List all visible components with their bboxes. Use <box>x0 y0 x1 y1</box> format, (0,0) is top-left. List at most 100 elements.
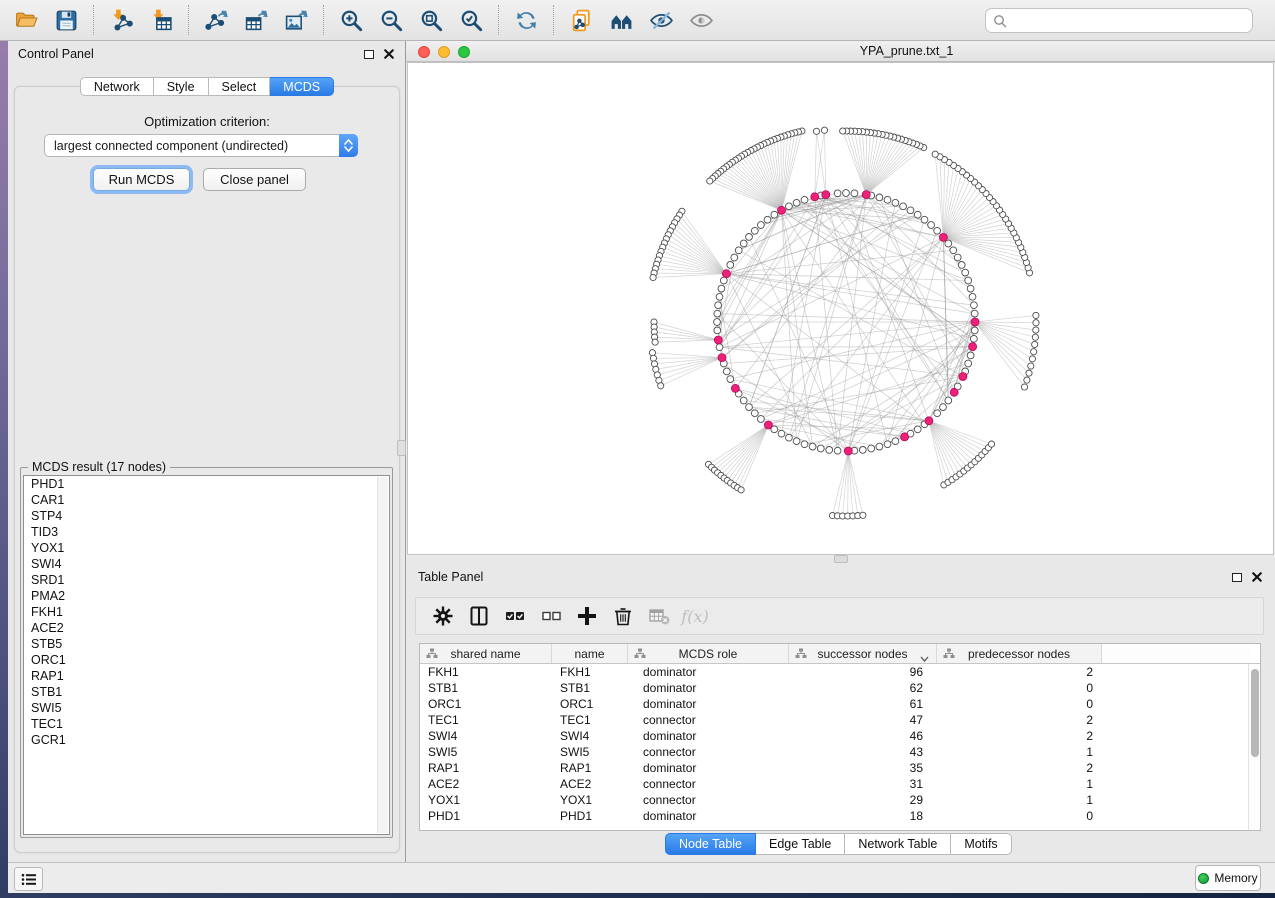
refresh-button[interactable] <box>506 3 546 37</box>
open-session-button[interactable] <box>6 3 46 37</box>
network-node[interactable] <box>650 274 656 280</box>
tab-edge-table[interactable]: Edge Table <box>756 833 845 855</box>
mcds-dominator-node[interactable] <box>939 233 947 241</box>
network-node[interactable] <box>707 178 713 184</box>
tab-network-table[interactable]: Network Table <box>845 833 951 855</box>
network-node[interactable] <box>971 310 978 317</box>
network-node[interactable] <box>892 199 899 206</box>
select-all-button[interactable] <box>500 601 530 631</box>
mcds-dominator-node[interactable] <box>969 343 977 351</box>
network-node[interactable] <box>860 512 866 518</box>
column-header-predecessor-nodes[interactable]: predecessor nodes <box>937 644 1102 663</box>
network-node[interactable] <box>834 447 841 454</box>
network-node[interactable] <box>751 410 758 417</box>
network-node[interactable] <box>971 327 978 334</box>
criterion-select[interactable]: largest connected component (undirected) <box>44 134 358 157</box>
export-image-button[interactable] <box>276 3 316 37</box>
network-node[interactable] <box>928 222 935 229</box>
network-node[interactable] <box>965 277 972 284</box>
window-zoom-icon[interactable] <box>458 46 470 58</box>
close-panel-button[interactable]: Close panel <box>203 168 306 191</box>
mcds-dominator-node[interactable] <box>714 336 722 344</box>
network-node[interactable] <box>826 447 833 454</box>
mcds-result-item[interactable]: TID3 <box>24 524 389 540</box>
network-node[interactable] <box>764 216 771 223</box>
mcds-result-item[interactable]: STP4 <box>24 508 389 524</box>
network-node[interactable] <box>723 368 730 375</box>
mcds-result-item[interactable]: PMA2 <box>24 588 389 604</box>
search-box[interactable] <box>985 8 1253 33</box>
mcds-result-item[interactable]: STB5 <box>24 636 389 652</box>
network-node[interactable] <box>840 128 846 134</box>
mcds-dominator-node[interactable] <box>778 206 786 214</box>
network-node[interactable] <box>746 404 753 411</box>
binoculars-button[interactable] <box>601 3 641 37</box>
network-node[interactable] <box>900 203 907 210</box>
mcds-dominator-node[interactable] <box>722 270 730 278</box>
network-node[interactable] <box>851 190 858 197</box>
network-node[interactable] <box>771 211 778 218</box>
network-node[interactable] <box>740 240 747 247</box>
network-node[interactable] <box>969 293 976 300</box>
column-header-shared-name[interactable]: shared name <box>420 644 552 663</box>
network-node[interactable] <box>758 222 765 229</box>
network-node[interactable] <box>1031 349 1037 355</box>
mcds-result-item[interactable]: SWI5 <box>24 700 389 716</box>
import-table-button[interactable] <box>141 3 181 37</box>
network-node[interactable] <box>932 151 938 157</box>
network-node[interactable] <box>740 397 747 404</box>
network-node[interactable] <box>868 445 875 452</box>
table-row[interactable]: YOX1YOX1connector291 <box>420 792 1260 808</box>
column-header-successor-nodes[interactable]: successor nodes <box>789 644 937 663</box>
mcds-dominator-node[interactable] <box>718 354 726 362</box>
mcds-result-item[interactable]: TEC1 <box>24 716 389 732</box>
mcds-result-item[interactable]: CAR1 <box>24 492 389 508</box>
mcds-result-list[interactable]: PHD1CAR1STP4TID3YOX1SWI4SRD1PMA2FKH1ACE2… <box>23 475 390 835</box>
network-node[interactable] <box>940 404 947 411</box>
import-network-button[interactable] <box>101 3 141 37</box>
network-node[interactable] <box>715 302 722 309</box>
network-node[interactable] <box>971 302 978 309</box>
network-node[interactable] <box>751 227 758 234</box>
network-node[interactable] <box>834 190 841 197</box>
network-node[interactable] <box>793 438 800 445</box>
export-network-button[interactable] <box>196 3 236 37</box>
network-node[interactable] <box>716 344 723 351</box>
network-node[interactable] <box>731 254 738 261</box>
mcds-dominator-node[interactable] <box>959 373 967 381</box>
mcds-dominator-node[interactable] <box>971 318 979 326</box>
close-panel-icon[interactable] <box>383 48 395 60</box>
tab-mcds[interactable]: MCDS <box>270 77 334 96</box>
network-node[interactable] <box>934 227 941 234</box>
network-node[interactable] <box>1029 356 1035 362</box>
save-session-button[interactable] <box>46 3 86 37</box>
mcds-dominator-node[interactable] <box>862 191 870 199</box>
memory-button[interactable]: Memory <box>1195 865 1261 891</box>
task-history-button[interactable] <box>14 867 43 891</box>
add-column-button[interactable] <box>572 601 602 631</box>
network-node[interactable] <box>801 441 808 448</box>
network-node[interactable] <box>945 397 952 404</box>
network-window-titlebar[interactable]: YPA_prune.txt_1 <box>406 41 1275 62</box>
network-node[interactable] <box>958 262 965 269</box>
close-table-panel-icon[interactable] <box>1251 571 1263 583</box>
show-graphics-details-button[interactable] <box>681 3 721 37</box>
mcds-result-item[interactable]: PHD1 <box>24 476 389 492</box>
network-node[interactable] <box>714 310 721 317</box>
table-row[interactable]: SWI4SWI4dominator462 <box>420 728 1260 744</box>
network-node[interactable] <box>1032 334 1038 340</box>
table-scrollbar-thumb[interactable] <box>1251 669 1259 757</box>
network-node[interactable] <box>907 207 914 214</box>
zoom-out-button[interactable] <box>371 3 411 37</box>
delete-column-button[interactable] <box>608 601 638 631</box>
table-row[interactable]: RAP1RAP1dominator352 <box>420 760 1260 776</box>
network-node[interactable] <box>921 216 928 223</box>
network-node[interactable] <box>1024 377 1030 383</box>
network-node[interactable] <box>720 277 727 284</box>
network-node[interactable] <box>1033 312 1039 318</box>
network-node[interactable] <box>988 441 994 447</box>
network-node[interactable] <box>971 335 978 342</box>
mcds-dominator-node[interactable] <box>811 193 819 201</box>
mcds-result-item[interactable]: RAP1 <box>24 668 389 684</box>
network-node[interactable] <box>962 269 969 276</box>
